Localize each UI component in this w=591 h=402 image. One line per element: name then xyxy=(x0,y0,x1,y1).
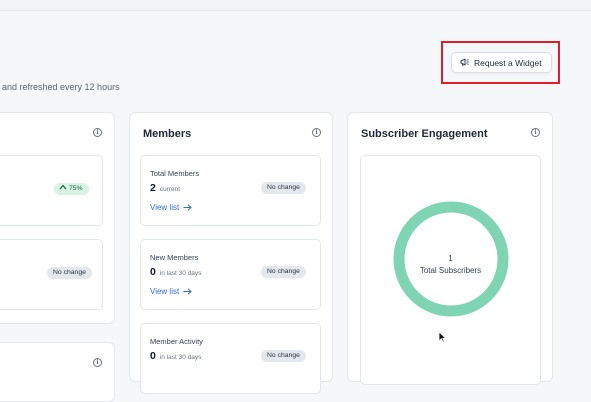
stat-value: 0 in last 30 days xyxy=(150,350,201,362)
request-widget-button[interactable]: Request a Widget xyxy=(451,52,552,73)
trend-badge-value: 75% xyxy=(69,185,83,192)
status-badge: No change xyxy=(261,266,306,278)
info-icon[interactable]: i xyxy=(312,128,321,137)
arrow-right-icon xyxy=(183,288,192,295)
stat-label: New Members xyxy=(150,253,199,262)
status-badge: No change xyxy=(261,350,306,362)
request-widget-label: Request a Widget xyxy=(474,57,542,68)
member-activity-stat: Member Activity 0 in last 30 days No chan… xyxy=(140,323,321,394)
highlight-box: Request a Widget xyxy=(441,41,560,84)
engagement-title: Subscriber Engagement xyxy=(361,128,488,140)
megaphone-icon xyxy=(460,58,469,67)
stat-number: 2 xyxy=(150,182,156,194)
view-list-link[interactable]: View list xyxy=(150,287,192,296)
top-bar xyxy=(0,0,591,11)
subscriber-engagement-card: Subscriber Engagement i 1 Total Subscrib… xyxy=(347,112,553,385)
stat-value: 2 current xyxy=(150,182,180,194)
chevron-up-icon xyxy=(59,184,67,190)
engagement-chart-panel: 1 Total Subscribers xyxy=(360,155,541,385)
stat-label: Member Activity xyxy=(150,337,203,346)
donut-caption: Total Subscribers xyxy=(419,266,482,275)
growth-stat-card: 75% xyxy=(0,155,103,226)
trend-badge: 75% xyxy=(54,183,89,195)
view-list-link[interactable]: View list xyxy=(150,203,192,212)
status-badge: No change xyxy=(261,182,306,194)
stat-unit: in last 30 days xyxy=(159,354,202,361)
view-list-label: View list xyxy=(150,287,180,296)
growth-stat-card-2: No change xyxy=(0,239,103,310)
stat-number: 0 xyxy=(150,350,156,362)
stat-unit: in last 30 days xyxy=(159,270,202,277)
view-list-label: View list xyxy=(150,203,180,212)
mouse-cursor-icon xyxy=(438,331,447,343)
members-title: Members xyxy=(143,128,192,140)
status-badge: No change xyxy=(47,267,92,279)
info-icon[interactable]: i xyxy=(531,128,540,137)
stat-unit: current xyxy=(159,186,181,193)
page-subtitle: and refreshed every 12 hours xyxy=(2,82,120,92)
stat-label: Total Members xyxy=(150,169,200,178)
info-icon[interactable]: i xyxy=(93,128,102,137)
stat-number: 0 xyxy=(150,266,156,278)
arrow-right-icon xyxy=(183,204,192,211)
lower-left-card: i xyxy=(0,342,115,402)
new-members-stat: New Members 0 in last 30 days No change V… xyxy=(140,239,321,310)
stat-value: 0 in last 30 days xyxy=(150,266,201,278)
growth-card: i 75% No change xyxy=(0,112,115,324)
total-members-stat: Total Members 2 current No change View li… xyxy=(140,155,321,226)
donut-value: 1 xyxy=(448,254,453,263)
members-card: Members i Total Members 2 current No chan… xyxy=(129,112,333,394)
